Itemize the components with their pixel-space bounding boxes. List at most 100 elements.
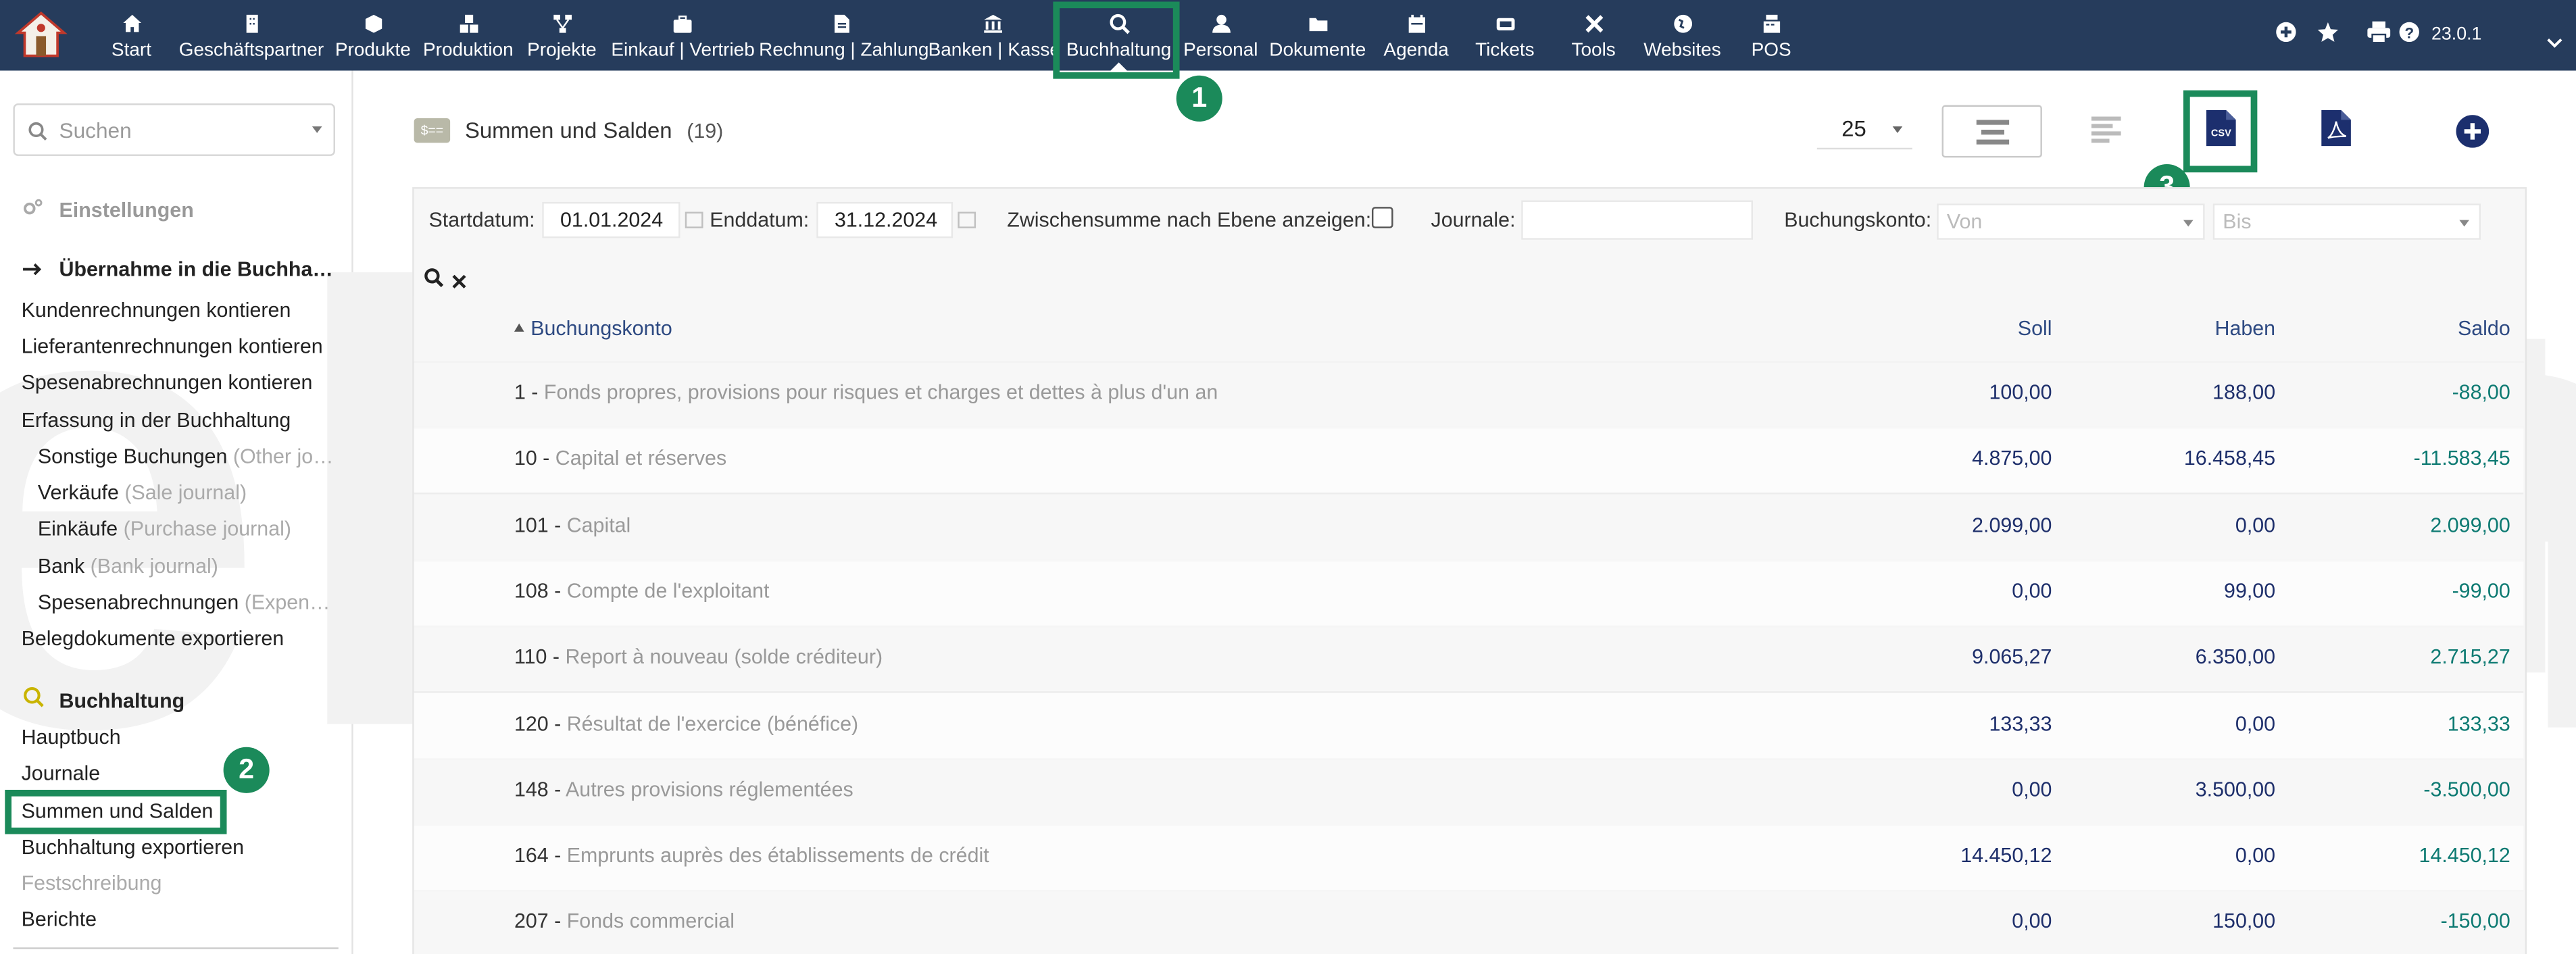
column-header-account[interactable]: Buchungskonto bbox=[514, 317, 672, 340]
nav-item-produkte[interactable]: Produkte bbox=[332, 0, 414, 71]
table-row[interactable]: 148 - Autres provisions réglementées 0,00… bbox=[414, 758, 2524, 826]
search-icon[interactable] bbox=[424, 266, 444, 296]
search-icon bbox=[28, 120, 47, 149]
column-header-debit[interactable]: Soll bbox=[1822, 317, 2052, 340]
align-left-icon[interactable] bbox=[2091, 116, 2125, 151]
sidebar-item-export-documents[interactable]: Belegdokumente exportieren bbox=[22, 627, 284, 650]
sidebar-item-entry[interactable]: Erfassung in der Buchhaltung bbox=[22, 409, 291, 432]
sidebar-item-supplier-invoices[interactable]: Lieferantenrechnungen kontieren bbox=[22, 335, 323, 358]
table-row[interactable]: 207 - Fonds commercial 0,00 150,00 -150,00 bbox=[414, 890, 2524, 954]
account-cell[interactable]: 207 - Fonds commercial bbox=[514, 910, 735, 933]
table-header: Buchungskonto Soll Haben Saldo bbox=[414, 295, 2524, 363]
account-cell[interactable]: 1 - Fonds propres, provisions pour risqu… bbox=[514, 381, 1218, 404]
plus-circle-icon[interactable] bbox=[2275, 22, 2297, 51]
caret-down-icon bbox=[1892, 126, 1903, 133]
nav-item-banken-kasse[interactable]: Banken | Kasse bbox=[928, 0, 1060, 71]
table-row[interactable]: 1 - Fonds propres, provisions pour risqu… bbox=[414, 361, 2524, 429]
calendar-icon[interactable] bbox=[958, 211, 976, 228]
align-center-icon bbox=[1976, 120, 2010, 153]
sidebar-journal-item[interactable]: Verkäufe (Sale journal) bbox=[38, 481, 334, 504]
nav-item-personal[interactable]: Personal bbox=[1181, 0, 1260, 71]
account-cell[interactable]: 164 - Emprunts auprès des établissements… bbox=[514, 844, 989, 867]
account-code: 101 - bbox=[514, 513, 562, 536]
sort-asc-icon bbox=[514, 323, 524, 332]
nav-item-dokumente[interactable]: Dokumente bbox=[1268, 0, 1367, 71]
account-cell[interactable]: 10 - Capital et réserves bbox=[514, 447, 726, 470]
account-to-select[interactable]: Bis bbox=[2212, 203, 2481, 240]
add-circle-icon[interactable] bbox=[2456, 115, 2490, 156]
calendar-icon[interactable] bbox=[685, 211, 703, 228]
sidebar-settings-label: Einstellungen bbox=[59, 199, 194, 222]
start-date-label: Startdatum: bbox=[428, 208, 535, 232]
table-row[interactable]: 10 - Capital et réserves 4.875,00 16.458,4… bbox=[414, 427, 2524, 495]
printer-icon[interactable] bbox=[2367, 21, 2391, 51]
table-row[interactable]: 101 - Capital 2.099,00 0,00 2.099,00 bbox=[414, 493, 2524, 561]
column-header-credit[interactable]: Haben bbox=[2046, 317, 2276, 340]
account-cell[interactable]: 108 - Compte de l'exploitant bbox=[514, 580, 770, 603]
nav-item-projekte[interactable]: Projekte bbox=[526, 0, 598, 71]
table-row[interactable]: 120 - Résultat de l'exercice (bénéfice) 1… bbox=[414, 692, 2524, 760]
nav-item-pos[interactable]: POS bbox=[1752, 0, 1791, 71]
debit-cell: 2.099,00 bbox=[1972, 513, 2052, 536]
view-toggle-button[interactable] bbox=[1941, 105, 2042, 158]
account-cell[interactable]: 110 - Report à nouveau (solde créditeur) bbox=[514, 646, 883, 669]
account-cell[interactable]: 148 - Autres provisions réglementées bbox=[514, 778, 853, 801]
chevron-down-icon[interactable] bbox=[2546, 28, 2562, 57]
nav-item-agenda[interactable]: Agenda bbox=[1380, 0, 1452, 71]
star-icon[interactable] bbox=[2317, 22, 2339, 51]
sidebar-item-lock[interactable]: Festschreibung bbox=[22, 872, 162, 895]
sidebar-item-export-accounting[interactable]: Buchhaltung exportieren bbox=[22, 836, 244, 859]
table-row[interactable]: 108 - Compte de l'exploitant 0,00 99,00 -99… bbox=[414, 559, 2524, 628]
column-header-balance[interactable]: Saldo bbox=[2280, 317, 2510, 340]
sidebar-item-reports[interactable]: Berichte bbox=[22, 908, 97, 931]
sidebar-journal-item[interactable]: Sonstige Buchungen (Other jo… bbox=[38, 445, 334, 468]
account-cell[interactable]: 120 - Résultat de l'exercice (bénéfice) bbox=[514, 712, 858, 735]
sidebar-item-expense-reports[interactable]: Spesenabrechnungen kontieren bbox=[22, 371, 313, 394]
close-icon[interactable] bbox=[452, 268, 467, 297]
sidebar-item-ledger[interactable]: Hauptbuch bbox=[22, 726, 121, 749]
sidebar-section-accounting[interactable]: Buchhaltung bbox=[23, 686, 184, 713]
nav-item-rechnung-zahlung[interactable]: Rechnung | Zahlung bbox=[759, 0, 928, 71]
debit-cell: 0,00 bbox=[2012, 910, 2052, 934]
end-date-input[interactable]: 31.12.2024 bbox=[816, 201, 953, 238]
sidebar-journal-item[interactable]: Spesenabrechnungen (Expen… bbox=[38, 591, 334, 614]
account-name: Résultat de l'exercice (bénéfice) bbox=[566, 711, 859, 735]
account-cell[interactable]: 101 - Capital bbox=[514, 513, 630, 536]
table-row[interactable]: 110 - Report à nouveau (solde créditeur)… bbox=[414, 626, 2524, 694]
sidebar-journal-item[interactable]: Einkäufe (Purchase journal) bbox=[38, 518, 334, 541]
nav-item-produktion[interactable]: Produktion bbox=[418, 0, 520, 71]
start-date-input[interactable]: 01.01.2024 bbox=[542, 201, 680, 238]
credit-cell: 0,00 bbox=[2235, 844, 2276, 868]
home-icon bbox=[95, 13, 168, 34]
account-from-select[interactable]: Von bbox=[1937, 203, 2205, 240]
account-code: 207 - bbox=[514, 910, 562, 934]
sidebar-item-customer-invoices[interactable]: Kundenrechnungen kontieren bbox=[22, 299, 291, 322]
sidebar-section-transfer[interactable]: Übernahme in die Buchha… bbox=[23, 258, 333, 281]
balance-cell: 2.099,00 bbox=[2430, 513, 2510, 536]
page-size-select[interactable]: 25 bbox=[1816, 108, 1912, 150]
app-root: Start Geschäftspartner Produkte Produktion P… bbox=[0, 0, 2576, 954]
subtotal-checkbox[interactable] bbox=[1371, 207, 1393, 228]
nav-item-websites[interactable]: Websites bbox=[1639, 0, 1725, 71]
nav-item-label: Banken | Kasse bbox=[928, 41, 1060, 61]
pdf-export-icon[interactable] bbox=[2321, 109, 2351, 155]
nav-item-tools[interactable]: Tools bbox=[1564, 0, 1623, 71]
caret-down-icon bbox=[2183, 220, 2194, 227]
sidebar-item-journals[interactable]: Journale bbox=[22, 762, 101, 785]
ticket-icon bbox=[1467, 13, 1543, 34]
record-count: (19) bbox=[687, 120, 724, 143]
sidebar-journal-item[interactable]: Bank (Bank journal) bbox=[38, 555, 334, 578]
table-row[interactable]: 164 - Emprunts auprès des établissements… bbox=[414, 824, 2524, 892]
building-icon bbox=[178, 13, 326, 34]
page-title: Summen und Salden bbox=[465, 118, 672, 143]
sidebar-settings[interactable]: Einstellungen bbox=[23, 199, 194, 222]
nav-item-einkauf-vertrieb[interactable]: Einkauf | Vertrieb bbox=[611, 0, 755, 71]
nav-item-tickets[interactable]: Tickets bbox=[1467, 0, 1543, 71]
nav-item-start[interactable]: Start bbox=[95, 0, 168, 71]
journals-input[interactable] bbox=[1521, 200, 1754, 240]
search-input[interactable]: Suchen bbox=[13, 103, 335, 156]
credit-cell: 0,00 bbox=[2235, 513, 2276, 536]
nav-item-geschäftspartner[interactable]: Geschäftspartner bbox=[178, 0, 326, 71]
help-icon[interactable]: ? bbox=[2398, 22, 2420, 51]
app-logo[interactable] bbox=[13, 6, 70, 63]
